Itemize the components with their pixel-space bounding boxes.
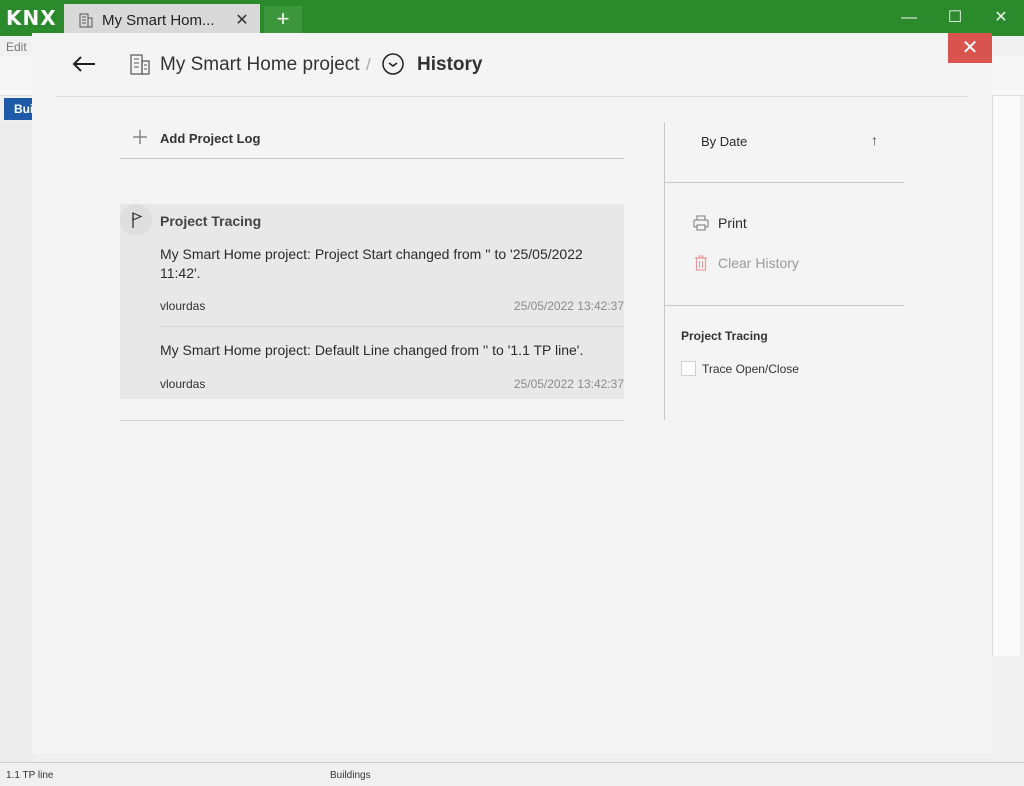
- back-arrow-icon[interactable]: [70, 50, 98, 78]
- trash-icon: [692, 254, 710, 272]
- log-entry-user: vlourdas: [160, 299, 206, 313]
- window-close-button[interactable]: ✕: [978, 6, 1024, 30]
- title-bar: KNX My Smart Hom... ✕ + — ☐ ✕: [0, 0, 1024, 36]
- clock-icon: [381, 52, 405, 76]
- tab-project[interactable]: My Smart Hom... ✕: [64, 4, 260, 36]
- log-entry-text: My Smart Home project: Default Line chan…: [160, 342, 584, 358]
- status-line: 1.1 TP line: [6, 770, 54, 781]
- log-group: Project Tracing My Smart Home project: P…: [120, 204, 624, 399]
- new-tab-button[interactable]: +: [264, 6, 302, 34]
- building-icon: [78, 12, 94, 28]
- add-project-log-label: Add Project Log: [160, 130, 261, 146]
- menu-edit[interactable]: Edit: [6, 40, 27, 54]
- actions-divider: [665, 305, 904, 306]
- entry-divider: [160, 326, 624, 327]
- printer-icon: [692, 214, 710, 232]
- dialog-close-button[interactable]: ✕: [948, 33, 992, 63]
- add-log-divider: [120, 158, 624, 159]
- header-divider: [56, 96, 968, 97]
- checkbox-box[interactable]: [681, 361, 696, 376]
- knx-logo: KNX: [6, 6, 57, 30]
- flag-icon: [120, 204, 152, 236]
- right-panel: [992, 96, 1020, 656]
- clear-history-button[interactable]: Clear History: [692, 252, 799, 274]
- building-icon: [128, 52, 152, 76]
- minimize-button[interactable]: —: [886, 6, 932, 30]
- sort-label: By Date: [701, 134, 748, 149]
- log-entry-date: 25/05/2022 13:42:37: [513, 377, 624, 391]
- side-panel: [0, 122, 34, 782]
- add-project-log-button[interactable]: Add Project Log: [132, 126, 260, 150]
- log-entry-date: 25/05/2022 13:42:37: [513, 299, 624, 313]
- trace-open-close-label: Trace Open/Close: [702, 361, 799, 376]
- tab-label: My Smart Hom...: [102, 11, 215, 29]
- tracing-section-title: Project Tracing: [681, 329, 768, 343]
- sort-ascending-icon: ↑: [871, 132, 878, 148]
- trace-open-close-checkbox[interactable]: Trace Open/Close: [681, 361, 799, 376]
- tab-close-icon[interactable]: ✕: [232, 10, 252, 30]
- status-view: Buildings: [330, 770, 371, 781]
- panel-tab-buildings[interactable]: Bui: [4, 98, 34, 120]
- maximize-button[interactable]: ☐: [932, 6, 978, 30]
- print-button[interactable]: Print: [692, 212, 747, 234]
- log-entry-text: My Smart Home project: Project Start cha…: [160, 246, 583, 281]
- log-group-title: Project Tracing: [160, 213, 262, 229]
- plus-icon: [132, 128, 154, 148]
- sort-divider: [665, 182, 904, 183]
- sort-by-date-button[interactable]: By Date ↑: [665, 122, 904, 182]
- print-label: Print: [718, 215, 747, 231]
- status-bar: 1.1 TP line Buildings: [0, 762, 1024, 786]
- clear-history-label: Clear History: [718, 255, 799, 271]
- breadcrumb-separator: /: [366, 55, 371, 74]
- page-title: History: [417, 54, 483, 75]
- breadcrumb-project[interactable]: My Smart Home project: [160, 54, 360, 76]
- log-entry-user: vlourdas: [160, 377, 206, 391]
- log-bottom-divider: [120, 420, 624, 421]
